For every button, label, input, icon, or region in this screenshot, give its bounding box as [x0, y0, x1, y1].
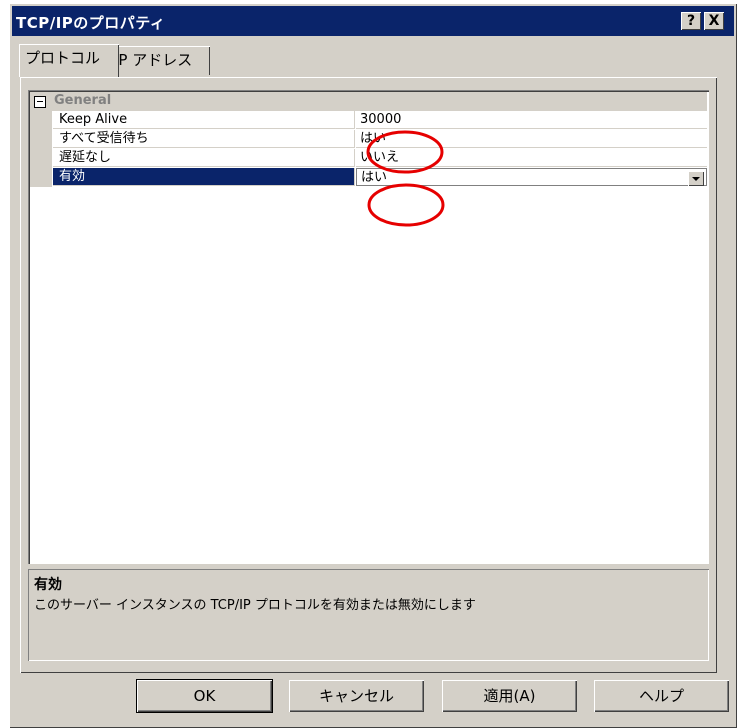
- cancel-button[interactable]: キャンセル: [289, 680, 424, 712]
- property-row-keep-alive[interactable]: Keep Alive 30000: [30, 111, 707, 130]
- chevron-down-icon[interactable]: [688, 171, 704, 186]
- apply-button[interactable]: 適用(A): [442, 680, 577, 712]
- collapse-icon[interactable]: [34, 96, 46, 108]
- property-value-dropdown[interactable]: はい: [356, 168, 707, 186]
- property-value[interactable]: いいえ: [356, 149, 707, 167]
- row-gutter: [30, 149, 52, 168]
- property-row-enabled[interactable]: 有効 はい: [30, 168, 707, 187]
- tab-protocol[interactable]: プロトコル: [19, 44, 119, 77]
- property-name: すべて受信待ち: [53, 130, 355, 148]
- property-row-listen-all[interactable]: すべて受信待ち はい: [30, 130, 707, 149]
- property-name: 遅延なし: [53, 149, 355, 167]
- help-icon[interactable]: ?: [681, 12, 701, 30]
- row-gutter: [30, 130, 52, 149]
- tab-panel: General Keep Alive 30000 すべて受信待ち はい 遅延なし…: [20, 77, 717, 673]
- property-name: Keep Alive: [53, 111, 355, 129]
- property-name: 有効: [53, 168, 355, 186]
- dialog-title: TCP/IPのプロパティ: [16, 14, 166, 32]
- row-gutter: [30, 111, 52, 130]
- row-gutter: [30, 168, 52, 187]
- property-value[interactable]: はい: [356, 130, 707, 148]
- description-title: 有効: [34, 577, 62, 593]
- property-row-no-delay[interactable]: 遅延なし いいえ: [30, 149, 707, 168]
- tab-ip-addresses[interactable]: IP アドレス: [108, 46, 210, 75]
- property-value[interactable]: 30000: [356, 111, 707, 129]
- description-text: このサーバー インスタンスの TCP/IP プロトコルを有効または無効にします: [34, 598, 476, 613]
- title-bar[interactable]: TCP/IPのプロパティ ? X: [12, 6, 734, 36]
- description-panel: 有効 このサーバー インスタンスの TCP/IP プロトコルを有効または無効にし…: [28, 569, 709, 661]
- close-icon[interactable]: X: [704, 12, 724, 30]
- help-button[interactable]: ヘルプ: [594, 680, 729, 712]
- ok-button[interactable]: OK: [136, 679, 273, 713]
- category-general[interactable]: General: [30, 92, 707, 111]
- property-value: はい: [361, 170, 388, 185]
- property-grid: General Keep Alive 30000 すべて受信待ち はい 遅延なし…: [28, 90, 709, 564]
- category-label: General: [54, 93, 112, 108]
